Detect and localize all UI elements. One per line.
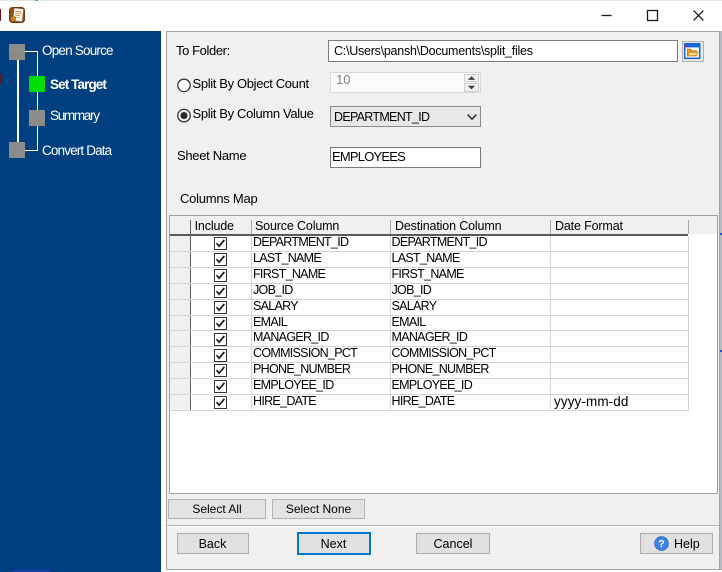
svg-text:?: ? xyxy=(658,538,664,550)
